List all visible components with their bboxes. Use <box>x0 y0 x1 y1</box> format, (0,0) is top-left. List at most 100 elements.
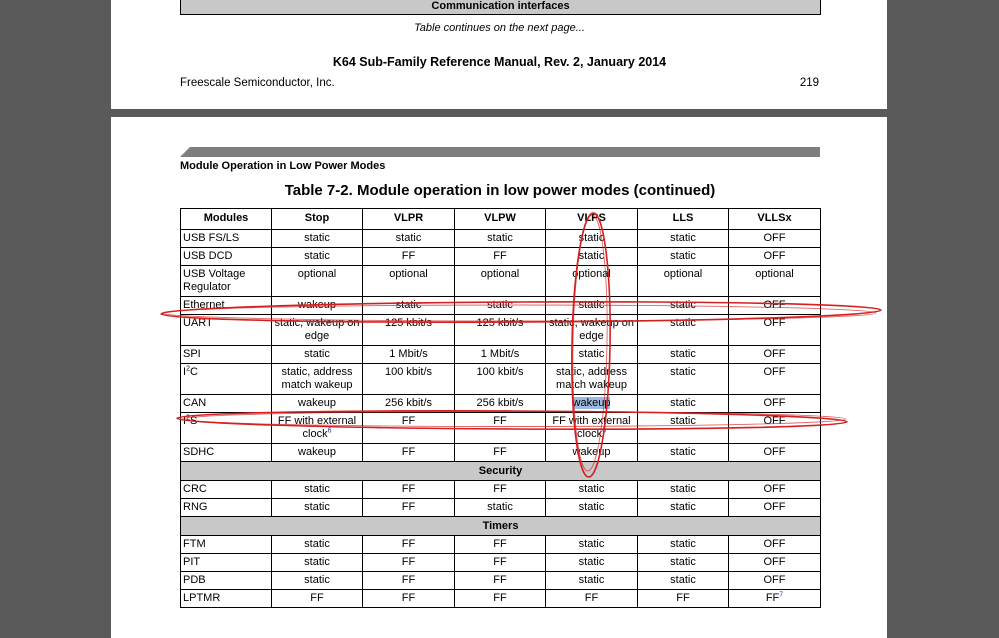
table-cell: static <box>271 247 363 266</box>
text-selection: wakeup <box>572 397 611 409</box>
table-row-ethernet: Ethernet wakeup static static static sta… <box>180 296 821 315</box>
table-cell: FF <box>362 553 455 572</box>
module-cell: UART <box>180 314 272 346</box>
table-cell: static <box>271 229 363 248</box>
table-cell: static <box>637 571 729 590</box>
table-cell: static <box>637 443 729 462</box>
table-row: USB FS/LS static static static static st… <box>180 229 821 248</box>
table-cell: static <box>454 229 546 248</box>
table-cell: wakeup <box>271 394 363 413</box>
table-cell: FF with external clock6 <box>271 412 363 444</box>
table-cell-selected: wakeup <box>545 394 638 413</box>
module-cell: USB DCD <box>180 247 272 266</box>
header-vlps: VLPS <box>545 208 638 230</box>
table-cell: OFF <box>728 394 821 413</box>
table-cell: FF <box>362 443 455 462</box>
table-cell: static <box>454 498 546 517</box>
table-row: RNG static FF static static static OFF <box>180 498 821 517</box>
table-row: CRC static FF FF static static OFF <box>180 480 821 499</box>
table-cell: static, address match wakeup <box>271 363 363 395</box>
previous-table-section-row: Communication interfaces <box>180 0 821 15</box>
table-cell: static <box>362 229 455 248</box>
table-cell: static, wakeup on edge <box>545 314 638 346</box>
table-row: PIT static FF FF static static OFF <box>180 553 821 572</box>
table-cell: FF <box>454 571 546 590</box>
footnote-link[interactable]: 6 <box>602 427 606 434</box>
table-cell: FF <box>545 589 638 608</box>
table-cell: static <box>545 480 638 499</box>
table-continues-note: Table continues on the next page... <box>414 22 585 34</box>
table-cell: static <box>637 480 729 499</box>
module-cell: USB FS/LS <box>180 229 272 248</box>
footnote-link[interactable]: 7 <box>779 591 783 598</box>
table-cell: FF7 <box>728 589 821 608</box>
module-cell: USB Voltage Regulator <box>180 265 272 297</box>
header-vlpw: VLPW <box>454 208 546 230</box>
header-stop: Stop <box>271 208 363 230</box>
table-cell: static <box>637 345 729 364</box>
table-cell: FF <box>454 480 546 499</box>
table-cell: OFF <box>728 412 821 444</box>
table-cell: static <box>545 229 638 248</box>
module-cell: CRC <box>180 480 272 499</box>
table-cell: OFF <box>728 345 821 364</box>
table-cell: optional <box>637 265 729 297</box>
manual-title-footer: K64 Sub-Family Reference Manual, Rev. 2,… <box>332 55 667 69</box>
previous-page: Communication interfaces Table continues… <box>111 0 887 109</box>
section-label: Security <box>180 461 821 481</box>
table-cell: 100 kbit/s <box>362 363 455 395</box>
module-cell: CAN <box>180 394 272 413</box>
module-cell: RNG <box>180 498 272 517</box>
table-cell: wakeup <box>545 443 638 462</box>
table-cell: static <box>637 498 729 517</box>
table-cell: static <box>637 247 729 266</box>
table-cell: OFF <box>728 247 821 266</box>
publisher-footer: Freescale Semiconductor, Inc. <box>180 77 335 89</box>
table-cell: static <box>637 535 729 554</box>
table-cell: static <box>545 535 638 554</box>
table-cell: static, wakeup on edge <box>271 314 363 346</box>
table-cell: OFF <box>728 314 821 346</box>
table-row: USB DCD static FF FF static static OFF <box>180 247 821 266</box>
table-cell: static <box>637 394 729 413</box>
table-cell: FF <box>454 589 546 608</box>
table-cell: optional <box>454 265 546 297</box>
table-cell: optional <box>271 265 363 297</box>
table-cell: FF <box>454 443 546 462</box>
module-cell: SPI <box>180 345 272 364</box>
module-cell-i2c: I2C <box>180 363 272 395</box>
table-cell: static <box>545 571 638 590</box>
module-cell: SDHC <box>180 443 272 462</box>
table-cell: optional <box>362 265 455 297</box>
table-cell: optional <box>545 265 638 297</box>
header-lls: LLS <box>637 208 729 230</box>
section-header: Module Operation in Low Power Modes <box>180 160 386 172</box>
table-cell: FF <box>362 571 455 590</box>
table-cell: FF <box>454 553 546 572</box>
footnote-link[interactable]: 6 <box>328 427 332 434</box>
table-row: FTM static FF FF static static OFF <box>180 535 821 554</box>
table-cell: static <box>637 553 729 572</box>
table-row: PDB static FF FF static static OFF <box>180 571 821 590</box>
table-cell: static <box>545 553 638 572</box>
table-cell: FF <box>362 535 455 554</box>
table-cell: FF <box>362 498 455 517</box>
table-cell: static <box>362 296 455 315</box>
table-cell: FF <box>362 247 455 266</box>
table-cell: static <box>545 498 638 517</box>
table-cell: FF <box>362 412 455 444</box>
current-page: Module Operation in Low Power Modes Tabl… <box>111 117 887 638</box>
table-cell: FF <box>454 247 546 266</box>
table-cell: static <box>637 412 729 444</box>
table-cell: 1 Mbit/s <box>454 345 546 364</box>
table-cell: 125 kbit/s <box>362 314 455 346</box>
table-cell: FF with external clock6 <box>545 412 638 444</box>
table-cell: OFF <box>728 296 821 315</box>
table-cell: OFF <box>728 363 821 395</box>
section-row-security: Security <box>180 461 821 481</box>
table-cell: FF <box>362 589 455 608</box>
table-cell: OFF <box>728 498 821 517</box>
table-cell: static <box>637 229 729 248</box>
table-cell: FF <box>637 589 729 608</box>
table-cell: static <box>271 345 363 364</box>
